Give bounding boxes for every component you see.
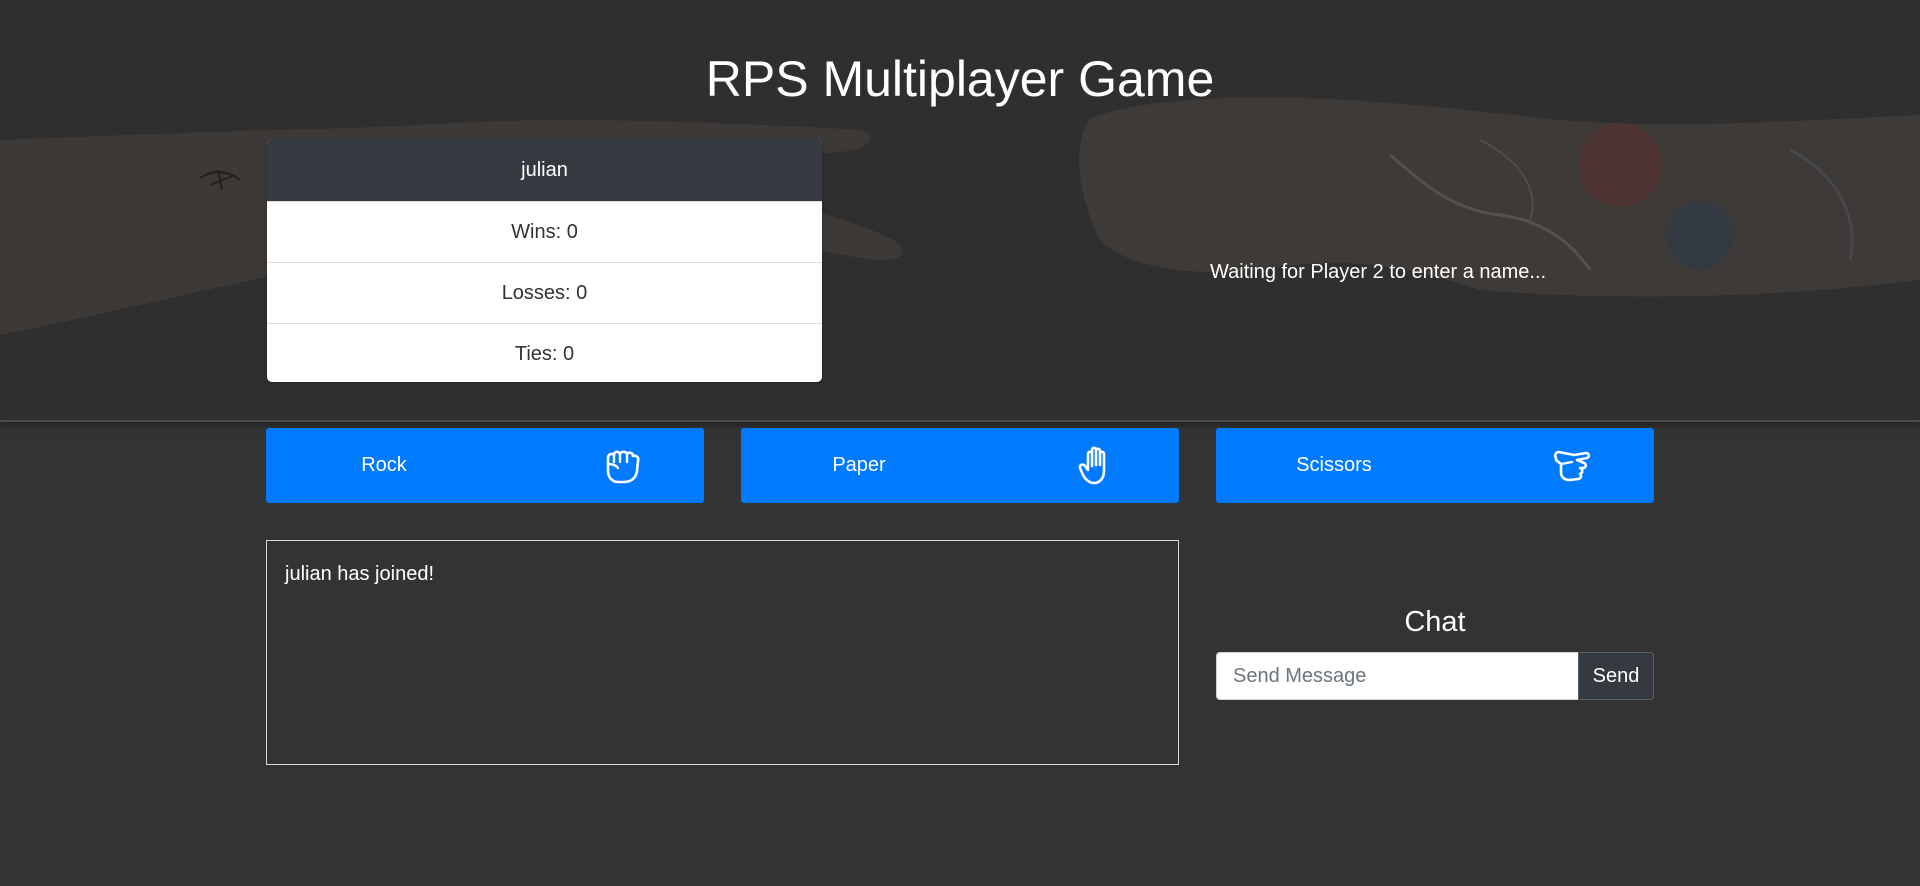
player-1-wins: Wins: 0 xyxy=(267,201,822,262)
hand-scissors-icon xyxy=(1553,450,1591,482)
player-1-name: julian xyxy=(267,139,822,201)
send-button[interactable]: Send xyxy=(1578,652,1654,700)
hand-rock-icon xyxy=(606,450,640,484)
page-title: RPS Multiplayer Game xyxy=(705,51,1215,107)
rock-button[interactable]: Rock xyxy=(266,428,704,503)
scissors-button-label: Scissors xyxy=(1296,454,1372,476)
chat-form: Send xyxy=(1216,652,1654,700)
chat-message-input[interactable] xyxy=(1216,652,1578,700)
log-message: julian has joined! xyxy=(285,563,434,585)
player-1-losses: Losses: 0 xyxy=(267,262,822,323)
scissors-button[interactable]: Scissors xyxy=(1216,428,1654,503)
player-1-ties: Ties: 0 xyxy=(267,323,822,382)
hand-paper-icon xyxy=(1078,446,1106,485)
rock-button-label: Rock xyxy=(361,454,407,476)
player-1-card: julian Wins: 0 Losses: 0 Ties: 0 xyxy=(267,139,822,382)
paper-button-label: Paper xyxy=(832,454,886,476)
player-2-status: Waiting for Player 2 to enter a name... xyxy=(1210,261,1547,283)
paper-button[interactable]: Paper xyxy=(741,428,1179,503)
game-log: julian has joined! xyxy=(266,540,1179,765)
chat-title: Chat xyxy=(1404,606,1466,638)
